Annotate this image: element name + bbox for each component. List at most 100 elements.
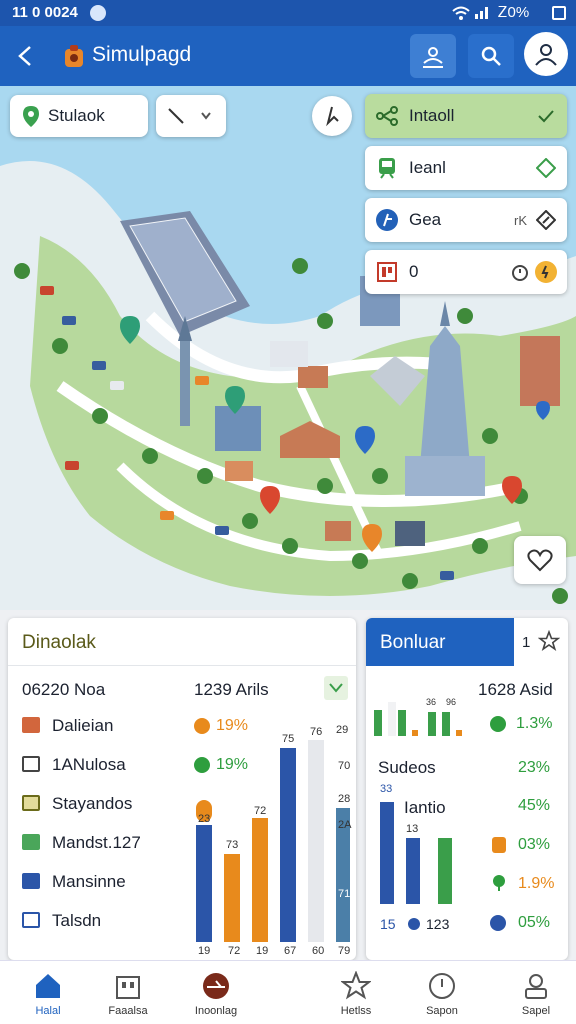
row-label: Mansinne xyxy=(52,872,126,891)
heart-icon xyxy=(527,549,553,572)
bar-value: 76 xyxy=(310,726,322,738)
bar xyxy=(308,740,324,942)
favorite-fab[interactable] xyxy=(514,536,566,584)
layer-item-4[interactable]: 0 xyxy=(365,250,567,294)
nav-item-explore[interactable]: Sapon xyxy=(394,961,490,1024)
nav-item-profile[interactable]: Sapel xyxy=(488,961,576,1024)
right-bar-chart: 33 13 xyxy=(380,783,452,904)
right-sub-title: Sudeos xyxy=(378,758,436,777)
layer-label: Gea xyxy=(409,210,442,229)
package-icon xyxy=(22,873,40,889)
axis-label: 72 xyxy=(228,945,240,957)
bar xyxy=(252,818,268,942)
layer-item-1[interactable]: Intaoll xyxy=(365,94,567,138)
check-icon xyxy=(535,105,557,127)
axis-label: 19 xyxy=(256,945,268,957)
compass-button[interactable] xyxy=(312,96,352,136)
axis-label: 67 xyxy=(284,945,296,957)
layer-item-2[interactable]: Ieanl xyxy=(365,146,567,190)
arrow-left-icon[interactable] xyxy=(14,44,38,68)
bar xyxy=(280,748,296,942)
row-label: Talsdn xyxy=(52,911,102,930)
draw-tool-select[interactable] xyxy=(156,95,226,137)
left-bar-chart: 23 73 72 75 76 28 29 70 2A 71 19 72 19 6… xyxy=(196,724,352,957)
side-value: 2A xyxy=(338,819,352,831)
dot-icon xyxy=(408,918,420,930)
right-panel-header: Bonluar xyxy=(366,618,514,666)
app-bar: Simulpagd xyxy=(0,26,576,86)
mini-value: 36 xyxy=(426,697,436,707)
left-panel-title: Dinaolak xyxy=(22,632,96,653)
diamond-edit-icon xyxy=(535,209,557,231)
app-logo-icon xyxy=(65,45,83,67)
city-map[interactable]: Stulaok Intaoll Ieanl Gea rK 0 xyxy=(0,86,576,610)
side-value: 71 xyxy=(338,888,350,900)
page-title: Simulpagd xyxy=(92,43,192,66)
search-button[interactable] xyxy=(468,34,514,78)
row-label: Dalieian xyxy=(52,716,114,735)
row-label: Stayandos xyxy=(52,794,133,813)
money-icon xyxy=(22,834,40,850)
left-panel-header: Dinaolak xyxy=(8,618,356,666)
chevron-check-icon xyxy=(329,683,343,693)
wifi-icon xyxy=(452,6,470,20)
nav-item-favorites[interactable]: Hetlss xyxy=(308,961,404,1024)
box-icon xyxy=(22,717,40,733)
nav-label: Inoonlag xyxy=(194,1005,238,1017)
user-button[interactable] xyxy=(524,32,568,76)
bar-value: 33 xyxy=(380,783,392,795)
layer-label: 0 xyxy=(409,262,419,281)
side-value: 29 xyxy=(336,724,348,736)
nav-item-transport[interactable]: Inoonlag xyxy=(168,961,264,1024)
mini-value: 96 xyxy=(446,697,456,707)
layer-label: Ieanl xyxy=(409,158,446,177)
tree-icon xyxy=(493,875,505,891)
status-bar: 11 0 0024 Ꮓ0% xyxy=(0,0,576,26)
left-header-right: 1239 Arils xyxy=(194,680,269,699)
compass-icon xyxy=(429,973,455,999)
shield-icon xyxy=(492,837,506,853)
battery-status: Ꮓ0% xyxy=(498,4,530,21)
diamond-icon xyxy=(535,157,557,179)
bar-value: 73 xyxy=(226,839,238,851)
document-icon xyxy=(22,912,40,928)
factory-icon xyxy=(373,258,401,286)
battery-icon xyxy=(552,6,566,20)
right-panel-count: 1 xyxy=(522,634,531,651)
airplane-icon xyxy=(203,973,229,999)
nav-label: Sapel xyxy=(521,1005,551,1017)
bar xyxy=(406,838,420,904)
right-row-pct: 05% xyxy=(518,914,551,931)
profile-icon xyxy=(525,974,547,999)
line-tool-icon xyxy=(168,108,184,124)
right-row-pct: 03% xyxy=(518,836,551,853)
map-search-input[interactable]: Stulaok xyxy=(48,106,105,126)
user-icon xyxy=(535,44,557,66)
status-time: 11 0 0024 xyxy=(12,4,78,21)
home-icon xyxy=(36,974,60,998)
check-circle-icon xyxy=(490,716,506,732)
nav-item-buildings[interactable]: Faaalsa xyxy=(80,961,176,1024)
right-row-pct: 1.9% xyxy=(518,875,555,892)
signal-icon xyxy=(475,7,488,19)
left-header-left: 06220 Noa xyxy=(22,680,106,699)
row-label: Mandst.127 xyxy=(52,833,141,852)
right-header-right: 1628 Asid xyxy=(478,680,553,699)
axis-label: 79 xyxy=(338,945,350,957)
bar xyxy=(380,802,394,904)
layer-item-3[interactable]: Gea rK xyxy=(365,198,567,242)
right-row-pct: 45% xyxy=(518,797,551,814)
bar-value: 13 xyxy=(406,823,418,835)
chevron-down-icon xyxy=(201,112,211,120)
layer-label: Intaoll xyxy=(409,106,455,125)
list-icon xyxy=(22,756,40,772)
location-pin-icon xyxy=(23,106,39,127)
profile-swap-button[interactable] xyxy=(410,34,456,78)
layer-extra: rK xyxy=(514,212,527,228)
building-icon xyxy=(116,976,140,999)
star-outline-icon[interactable] xyxy=(538,630,560,652)
map-search[interactable]: Stulaok xyxy=(10,95,148,137)
bar-value: 23 xyxy=(198,813,210,825)
left-panel-expand[interactable] xyxy=(324,676,348,700)
left-stats-panel: Dinaolak 06220 Noa 1239 Arils Dalieian 1… xyxy=(8,618,356,960)
